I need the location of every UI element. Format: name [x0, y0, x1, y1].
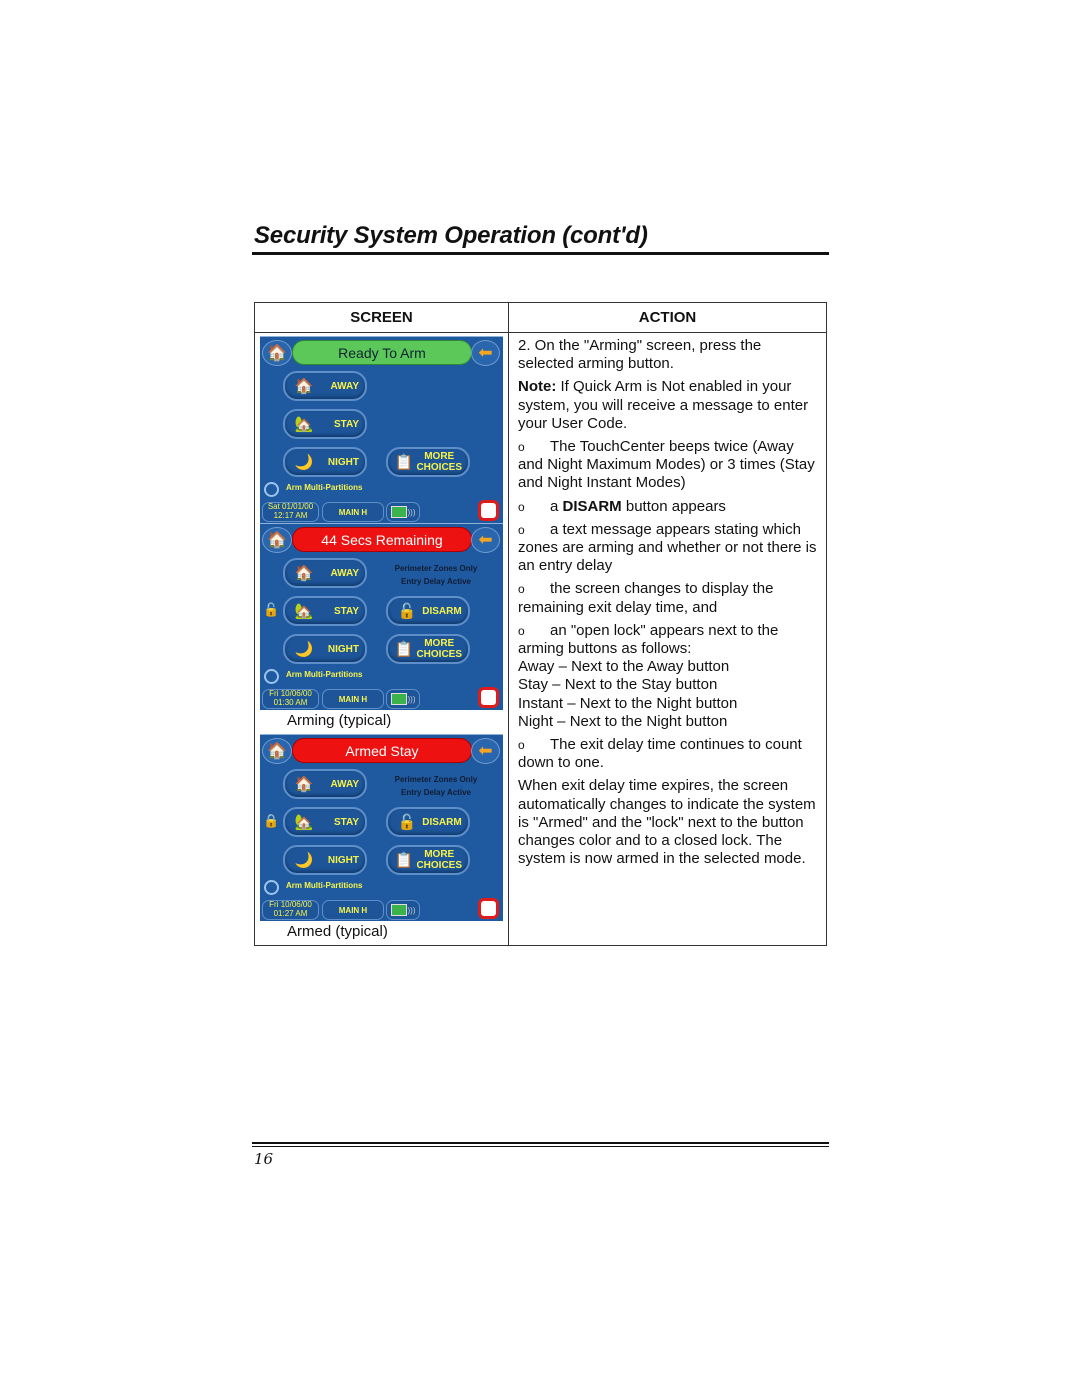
green-lock-icon: 🔓: [397, 814, 417, 831]
stay-button[interactable]: 🏡 STAY: [283, 409, 367, 439]
list-plus-icon: 📋: [394, 641, 414, 658]
footer-rule-thin: [252, 1146, 829, 1147]
arm-multi-radio[interactable]: [264, 482, 279, 497]
arm-multi-radio[interactable]: [264, 880, 279, 895]
main-house-button[interactable]: MAIN H: [322, 900, 384, 920]
away-button[interactable]: 🏠 AWAY: [283, 371, 367, 401]
bullet-countdown: o The exit delay time continues to count …: [518, 736, 802, 772]
speaker-waves-icon: ))): [407, 507, 416, 517]
away-button[interactable]: 🏠 AWAY: [283, 769, 367, 799]
status-bar: 44 Secs Remaining: [292, 527, 472, 552]
date-time-display: Fri 10/06/00 01:27 AM: [262, 900, 319, 920]
screen-cell: 🏠 Ready To Arm ⬅ 🏠 AWAY 🏡 STAY 🌙 NIGHT 📋 MOR…: [254, 332, 509, 946]
stay-button[interactable]: 🏡 STAY: [283, 807, 367, 837]
closed-lock-icon: 🔒: [263, 813, 280, 828]
header-screen: SCREEN: [254, 302, 509, 333]
step-2: 2. On the "Arming" screen, press the sel…: [518, 337, 762, 373]
back-arrow-icon[interactable]: ⬅: [471, 527, 500, 553]
bullet-text-message: oa text message appears stating which zo…: [518, 520, 817, 575]
open-lock-icon: 🔓: [263, 602, 280, 617]
caption-arming: Arming (typical): [287, 712, 392, 729]
zone-info-text: Perimeter Zones Only Entry Delay Active: [394, 775, 478, 797]
house-person-icon: 🏠: [294, 776, 314, 793]
home-icon[interactable]: 🏠: [262, 527, 292, 553]
list-plus-icon: 📋: [394, 852, 414, 869]
voice-speaker-button[interactable]: ))): [386, 502, 420, 522]
night-button[interactable]: 🌙 NIGHT: [283, 634, 367, 664]
disarm-button[interactable]: 🔓 DISARM: [386, 807, 470, 837]
date-time-display: Sat 01/01/00 12:17 AM: [262, 502, 319, 522]
touchscreen-ready: 🏠 Ready To Arm ⬅ 🏠 AWAY 🏡 STAY 🌙 NIGHT 📋 MOR…: [260, 336, 503, 523]
house-moon-icon: 🌙: [294, 852, 314, 869]
page-number: 16: [254, 1150, 274, 1168]
house-stay-icon: 🏡: [294, 416, 314, 433]
house-moon-icon: 🌙: [294, 454, 314, 471]
panic-shield-icon[interactable]: [478, 898, 499, 919]
zone-info-text: Perimeter Zones Only Entry Delay Active: [394, 564, 478, 586]
more-choices-button[interactable]: 📋 MORE CHOICES: [386, 634, 470, 664]
night-button[interactable]: 🌙 NIGHT: [283, 447, 367, 477]
main-house-button[interactable]: MAIN H: [322, 502, 384, 522]
voice-speaker-button[interactable]: ))): [386, 689, 420, 709]
house-stay-icon: 🏡: [294, 814, 314, 831]
arm-multi-radio[interactable]: [264, 669, 279, 684]
disarm-button[interactable]: 🔓 DISARM: [386, 596, 470, 626]
bullet-disarm: oa DISARM button appears: [518, 497, 726, 515]
arm-multi-label: Arm Multi-Partitions: [286, 670, 363, 679]
status-bar: Ready To Arm: [292, 340, 472, 365]
house-stay-icon: 🏡: [294, 603, 314, 620]
voice-speaker-button[interactable]: ))): [386, 900, 420, 920]
touchscreen-armed: 🏠 Armed Stay ⬅ 🏠 AWAY Perimeter Zones Onl…: [260, 734, 503, 921]
panic-shield-icon[interactable]: [478, 500, 499, 521]
house-person-icon: 🏠: [294, 378, 314, 395]
stay-button[interactable]: 🏡 STAY: [283, 596, 367, 626]
back-arrow-icon[interactable]: ⬅: [471, 738, 500, 764]
main-house-button[interactable]: MAIN H: [322, 689, 384, 709]
night-button[interactable]: 🌙 NIGHT: [283, 845, 367, 875]
bullet-beeps: o The TouchCenter beeps twice (Away and N…: [518, 438, 815, 492]
home-icon[interactable]: 🏠: [262, 738, 292, 764]
back-arrow-icon[interactable]: ⬅: [471, 340, 500, 366]
page-title: Security System Operation (cont'd): [254, 222, 648, 249]
title-underline: [252, 252, 829, 255]
status-bar: Armed Stay: [292, 738, 472, 763]
screen-icon: [390, 904, 407, 916]
arm-multi-label: Arm Multi-Partitions: [286, 483, 363, 492]
panic-shield-icon[interactable]: [478, 687, 499, 708]
green-lock-icon: 🔓: [397, 603, 417, 620]
more-choices-button[interactable]: 📋 MORE CHOICES: [386, 447, 470, 477]
away-button[interactable]: 🏠 AWAY: [283, 558, 367, 588]
home-icon[interactable]: 🏠: [262, 340, 292, 366]
more-choices-button[interactable]: 📋 MORE CHOICES: [386, 845, 470, 875]
date-time-display: Fri 10/06/00 01:30 AM: [262, 689, 319, 709]
house-moon-icon: 🌙: [294, 641, 314, 658]
action-cell: 2. On the "Arming" screen, press the sel…: [508, 332, 827, 946]
bullet-open-lock: o an "open lock" appears next to the armi…: [518, 621, 779, 730]
note: Note: If Quick Arm is Not enabled in you…: [518, 378, 809, 432]
screen-icon: [390, 693, 407, 705]
speaker-waves-icon: ))): [407, 905, 416, 915]
footer-rule: [252, 1142, 829, 1144]
arm-multi-label: Arm Multi-Partitions: [286, 881, 363, 890]
closing-paragraph: When exit delay time expires, the screen…: [518, 777, 816, 868]
bullet-screen-changes: o the screen changes to display the remai…: [518, 580, 774, 616]
header-action: ACTION: [508, 302, 827, 333]
touchscreen-arming: 🏠 44 Secs Remaining ⬅ 🏠 AWAY Perimeter Zo…: [260, 523, 503, 710]
caption-armed: Armed (typical): [287, 923, 388, 940]
speaker-waves-icon: ))): [407, 694, 416, 704]
list-plus-icon: 📋: [394, 454, 414, 471]
screen-action-table: SCREEN ACTION 🏠 Ready To Arm ⬅ 🏠 AWAY 🏡 ST…: [254, 302, 827, 946]
screen-icon: [390, 506, 407, 518]
house-person-icon: 🏠: [294, 565, 314, 582]
